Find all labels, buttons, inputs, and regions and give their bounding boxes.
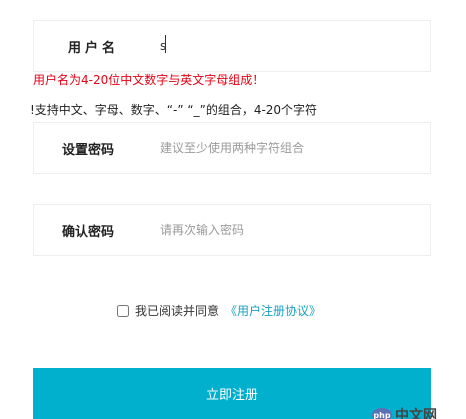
password-label: 设置密码	[62, 142, 115, 158]
user-agreement-link[interactable]: 《用户注册协议》	[225, 302, 321, 319]
confirm-password-label: 确认密码	[62, 224, 115, 240]
confirm-password-input[interactable]	[160, 205, 410, 255]
username-error-message: 用户名为4-20位中文数字与英文字母组成！	[33, 73, 265, 87]
site-watermark: php 中文网	[372, 405, 437, 419]
php-logo-icon: php	[372, 408, 392, 419]
confirm-password-field: 确认密码	[33, 204, 431, 256]
username-input[interactable]	[160, 21, 410, 71]
password-input[interactable]	[160, 123, 410, 173]
password-field: 设置密码	[33, 122, 431, 174]
agreement-checkbox[interactable]	[117, 304, 129, 317]
agreement-text: 我已阅读并同意	[135, 304, 220, 318]
username-label: 用户名	[68, 40, 120, 56]
username-field: 用户名	[33, 20, 431, 72]
watermark-text: 中文网	[395, 408, 437, 419]
text-caret	[165, 35, 166, 53]
username-hint-message: !支持中文、字母、数字、“-” “_”的组合，4-20个字符	[30, 103, 318, 117]
agreement-row: 我已阅读并同意 《用户注册协议》	[117, 302, 321, 319]
